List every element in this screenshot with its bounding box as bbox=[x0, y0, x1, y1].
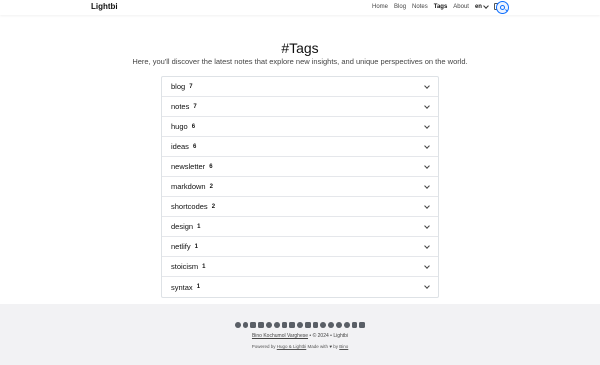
tag-label: shortcodes bbox=[171, 202, 208, 211]
separator: • bbox=[330, 333, 332, 339]
made-with-label: Made with bbox=[307, 344, 329, 349]
tag-count: 7 bbox=[189, 83, 193, 90]
nav-menu: Home Blog Notes Tags About en bbox=[372, 2, 501, 10]
social-links bbox=[0, 322, 600, 328]
tag-count: 2 bbox=[209, 183, 213, 190]
threads-icon[interactable] bbox=[297, 322, 303, 328]
tag-item-blog[interactable]: blog 7 bbox=[162, 77, 438, 97]
tag-count: 6 bbox=[192, 143, 197, 150]
tag-label: stoicism bbox=[171, 262, 199, 271]
nav-about[interactable]: About bbox=[453, 4, 469, 10]
tag-item-shortcodes[interactable]: shortcodes 2 bbox=[162, 197, 438, 217]
nav-blog[interactable]: Blog bbox=[394, 4, 406, 10]
tag-item-syntax[interactable]: syntax 1 bbox=[162, 277, 438, 297]
tag-label: hugo bbox=[171, 122, 188, 131]
tag-item-notes[interactable]: notes 7 bbox=[162, 97, 438, 117]
tag-label: newsletter bbox=[171, 162, 206, 171]
tag-item-design[interactable]: design 1 bbox=[162, 217, 438, 237]
footer-credit: Bino Kochumol Varghese • © 2024 • Lightb… bbox=[0, 333, 600, 339]
linkedin-icon[interactable] bbox=[289, 322, 296, 328]
instagram-icon[interactable] bbox=[304, 322, 311, 328]
language-selector[interactable]: en bbox=[474, 2, 489, 10]
tag-label: notes bbox=[171, 102, 190, 111]
site-name: Lightbi bbox=[333, 333, 349, 339]
tag-count: 6 bbox=[209, 163, 213, 170]
tags-accordion: blog 7 notes 7 hugo 6 ideas 6 newsletter… bbox=[161, 76, 439, 298]
chevron-down-icon bbox=[424, 243, 430, 249]
facebook-icon[interactable] bbox=[234, 322, 241, 328]
chevron-down-icon bbox=[424, 103, 430, 109]
chevron-down-icon bbox=[483, 2, 489, 9]
page-subtitle: Here, you'll discover the latest notes t… bbox=[132, 57, 468, 66]
tag-label: netlify bbox=[171, 242, 191, 251]
medium-icon[interactable] bbox=[320, 322, 327, 328]
tag-item-stoicism[interactable]: stoicism 1 bbox=[162, 257, 438, 277]
author-short-link[interactable]: Bino bbox=[339, 344, 348, 349]
chevron-down-icon bbox=[424, 163, 430, 169]
chevron-down-icon bbox=[424, 123, 430, 129]
search-icon bbox=[500, 5, 505, 10]
tag-item-markdown[interactable]: markdown 2 bbox=[162, 177, 438, 197]
tag-label: markdown bbox=[171, 182, 206, 191]
by-label: by bbox=[333, 344, 339, 349]
tag-count: 1 bbox=[197, 223, 201, 230]
footer: Bino Kochumol Varghese • © 2024 • Lightb… bbox=[0, 304, 600, 365]
spotify-icon[interactable] bbox=[328, 322, 335, 328]
telegram-icon[interactable] bbox=[343, 322, 350, 328]
pinterest-icon[interactable] bbox=[336, 322, 342, 328]
chevron-down-icon bbox=[424, 183, 430, 189]
chevron-down-icon bbox=[424, 83, 430, 89]
chevron-down-icon bbox=[424, 203, 430, 209]
tag-count: 1 bbox=[196, 284, 201, 290]
nav-tags[interactable]: Tags bbox=[434, 4, 448, 10]
tag-item-hugo[interactable]: hugo 6 bbox=[162, 117, 438, 137]
separator: • bbox=[309, 333, 312, 339]
reddit-icon[interactable] bbox=[273, 322, 280, 328]
bluesky-icon[interactable] bbox=[250, 322, 257, 328]
tag-count: 6 bbox=[191, 123, 196, 130]
page-title: #Tags bbox=[281, 40, 319, 56]
footer-made-with: Powered by Hugo & Lightbi Made with ♥ by… bbox=[0, 344, 600, 349]
tag-item-ideas[interactable]: ideas 6 bbox=[162, 137, 438, 157]
snapchat-icon[interactable] bbox=[351, 322, 358, 328]
tag-count: 7 bbox=[193, 103, 197, 110]
brand-logo[interactable]: Lightbi bbox=[91, 2, 118, 11]
tag-label: ideas bbox=[171, 142, 189, 151]
github-icon[interactable] bbox=[242, 322, 249, 328]
chevron-down-icon bbox=[424, 143, 430, 149]
tag-item-netlify[interactable]: netlify 1 bbox=[162, 237, 438, 257]
search-button[interactable] bbox=[496, 1, 509, 14]
author-link[interactable]: Bino Kochumol Varghese bbox=[252, 333, 308, 339]
mastodon-icon[interactable] bbox=[265, 322, 272, 328]
youtube-icon[interactable] bbox=[312, 322, 319, 328]
copyright: © 2024 bbox=[312, 333, 329, 339]
tag-count: 2 bbox=[211, 203, 216, 210]
tag-label: design bbox=[171, 222, 194, 231]
chevron-down-icon bbox=[424, 263, 430, 269]
chevron-down-icon bbox=[424, 223, 430, 229]
tag-count: 1 bbox=[202, 263, 206, 270]
heart-icon: ♥ bbox=[329, 344, 332, 349]
tag-item-newsletter[interactable]: newsletter 6 bbox=[162, 157, 438, 177]
language-label: en bbox=[474, 3, 482, 10]
navbar: Lightbi Home Blog Notes Tags About en bbox=[0, 0, 600, 15]
powered-link[interactable]: Hugo & Lightbi bbox=[277, 344, 307, 349]
x-icon[interactable] bbox=[258, 322, 264, 328]
tag-count: 1 bbox=[194, 243, 198, 250]
email-icon[interactable] bbox=[281, 322, 288, 328]
nav-home[interactable]: Home bbox=[372, 4, 388, 10]
powered-prefix: Powered by bbox=[251, 344, 276, 349]
rss-icon[interactable] bbox=[359, 322, 366, 328]
nav-notes[interactable]: Notes bbox=[412, 4, 428, 10]
chevron-down-icon bbox=[424, 283, 430, 289]
tag-label: blog bbox=[171, 82, 186, 91]
tag-label: syntax bbox=[171, 282, 193, 292]
